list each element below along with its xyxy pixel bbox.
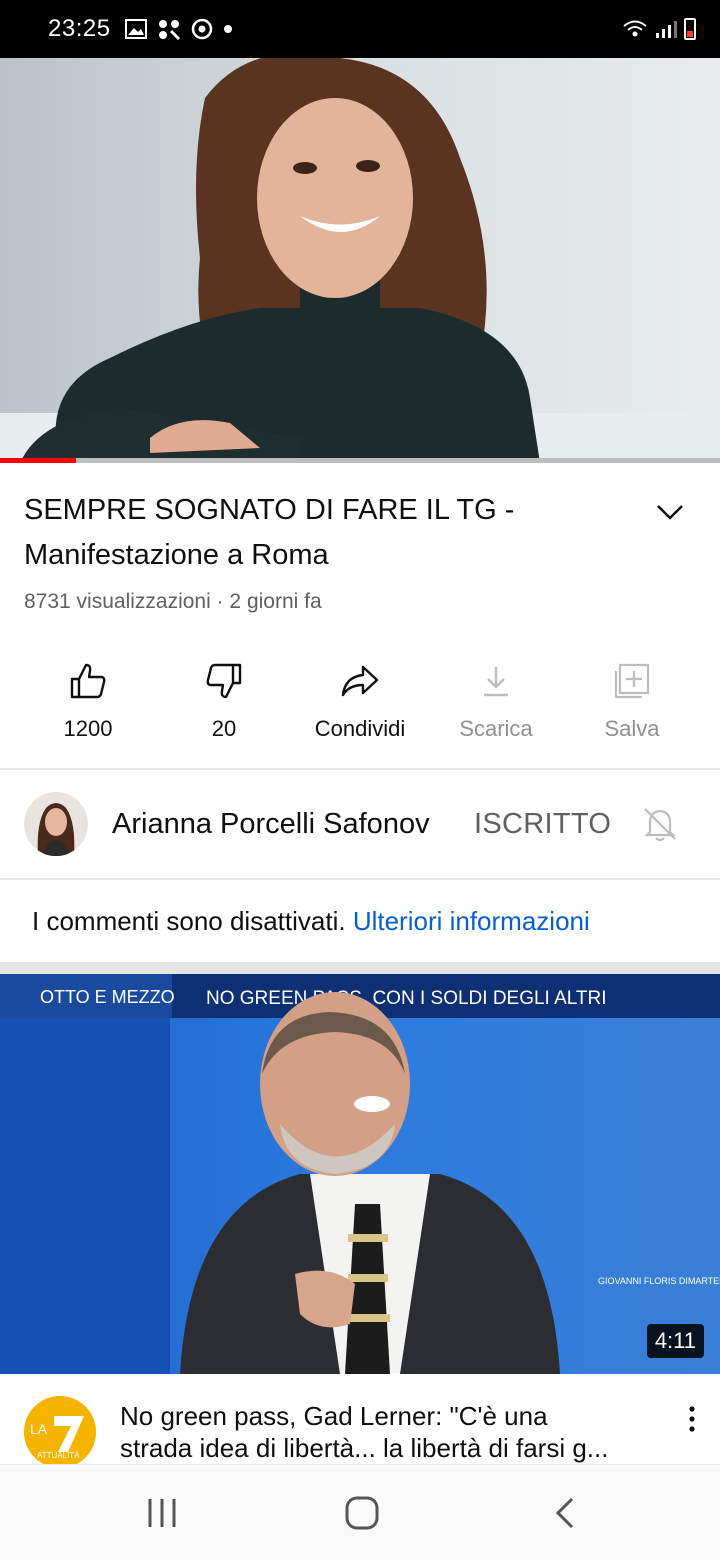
wifi-icon [623, 20, 647, 37]
system-navigation-bar [0, 1464, 720, 1560]
home-button[interactable] [344, 1495, 380, 1536]
status-time: 23:25 [48, 15, 111, 42]
video-duration: 4:11 [646, 1324, 704, 1358]
download-button[interactable]: Scarica [428, 654, 564, 742]
save-button[interactable]: Salva [564, 654, 700, 742]
video-progress-bar[interactable] [0, 458, 720, 463]
thumb-up-icon [70, 663, 106, 699]
status-system-icons [622, 18, 696, 40]
more-vert-icon [689, 1406, 695, 1432]
notification-bell-button[interactable] [640, 804, 680, 849]
channel-avatar[interactable] [24, 792, 88, 856]
download-label: Scarica [459, 716, 533, 741]
la7-logo-icon: LA ATTUALITÀ [24, 1396, 96, 1468]
target-icon [191, 18, 212, 40]
home-icon [345, 1496, 379, 1530]
recommended-video-title[interactable]: No green pass, Gad Lerner: "C'è una stra… [120, 1400, 660, 1464]
expand-description-button[interactable] [650, 492, 690, 532]
save-playlist-icon [614, 663, 650, 699]
banner-right-text: NO GREEN PASS, CON I SOLDI DEGLI ALTRI [206, 988, 607, 1009]
video-title: SEMPRE SOGNATO DI FARE IL TG - Manifesta… [24, 494, 515, 571]
dislike-count: 20 [211, 716, 237, 741]
share-button[interactable]: Condividi [292, 654, 428, 742]
recommended-video-thumbnail[interactable]: OTTO E MEZZO NO GREEN PASS, CON I SOLDI … [0, 974, 720, 1374]
thumb-down-icon [206, 663, 242, 699]
like-button[interactable]: 1200 [20, 654, 156, 742]
signal-icon [656, 21, 677, 38]
learn-more-link[interactable]: Ulteriori informazioni [353, 906, 590, 936]
dislike-button[interactable]: 20 [156, 654, 292, 742]
avatar-image [24, 792, 88, 856]
back-icon [555, 1497, 574, 1529]
status-bar: 23:25 [0, 0, 720, 58]
overlay-text: GIOVANNI FLORIS DIMARTEDÌ ALLE 21.15 [598, 1276, 720, 1286]
subscribed-button[interactable]: ISCRITTO [474, 808, 611, 841]
comments-section: I commenti sono disattivati. Ulteriori i… [0, 880, 720, 962]
image-icon [124, 19, 147, 39]
channel-name[interactable]: Arianna Porcelli Safonov [112, 808, 452, 841]
video-progress-fill [0, 458, 77, 463]
logo-text: LA [30, 1421, 48, 1437]
section-separator [0, 962, 720, 974]
more-options-button[interactable] [684, 1404, 700, 1441]
video-frame [0, 58, 720, 463]
battery-low-icon [684, 18, 696, 40]
channel-row[interactable]: Arianna Porcelli Safonov ISCRITTO [0, 770, 720, 878]
status-notification-icons [124, 18, 233, 40]
comments-disabled-text: I commenti sono disattivati. [32, 906, 346, 936]
back-button[interactable] [550, 1495, 580, 1536]
dot-icon [223, 25, 232, 33]
share-icon [341, 665, 379, 697]
title-line-2: strada idea di libertà... la libertà di … [120, 1433, 609, 1463]
title-line-1: No green pass, Gad Lerner: "C'è una [120, 1401, 548, 1431]
download-icon [484, 667, 508, 697]
recommended-video-info[interactable]: LA ATTUALITÀ No green pass, Gad Lerner: … [0, 1374, 720, 1468]
like-count: 1200 [63, 716, 113, 741]
banner-left-text: OTTO E MEZZO [40, 987, 175, 1007]
recent-apps-button[interactable] [146, 1495, 178, 1536]
sync-icon [158, 20, 180, 40]
logo-subtext: ATTUALITÀ [37, 1451, 80, 1460]
channel-logo[interactable]: LA ATTUALITÀ [24, 1396, 96, 1468]
chevron-down-icon [657, 505, 683, 520]
video-player[interactable] [0, 58, 720, 463]
recent-apps-icon [148, 1499, 176, 1527]
bell-off-icon [644, 808, 676, 842]
video-meta: 8731 visualizzazioni · 2 giorni fa [24, 590, 322, 613]
share-label: Condividi [314, 716, 406, 741]
save-label: Salva [604, 716, 660, 741]
video-actions: 1200 20 Condividi Scarica Salva [20, 654, 720, 742]
comments-disabled-message: I commenti sono disattivati. Ulteriori i… [32, 906, 590, 937]
thumbnail-image: OTTO E MEZZO NO GREEN PASS, CON I SOLDI … [0, 974, 720, 1374]
